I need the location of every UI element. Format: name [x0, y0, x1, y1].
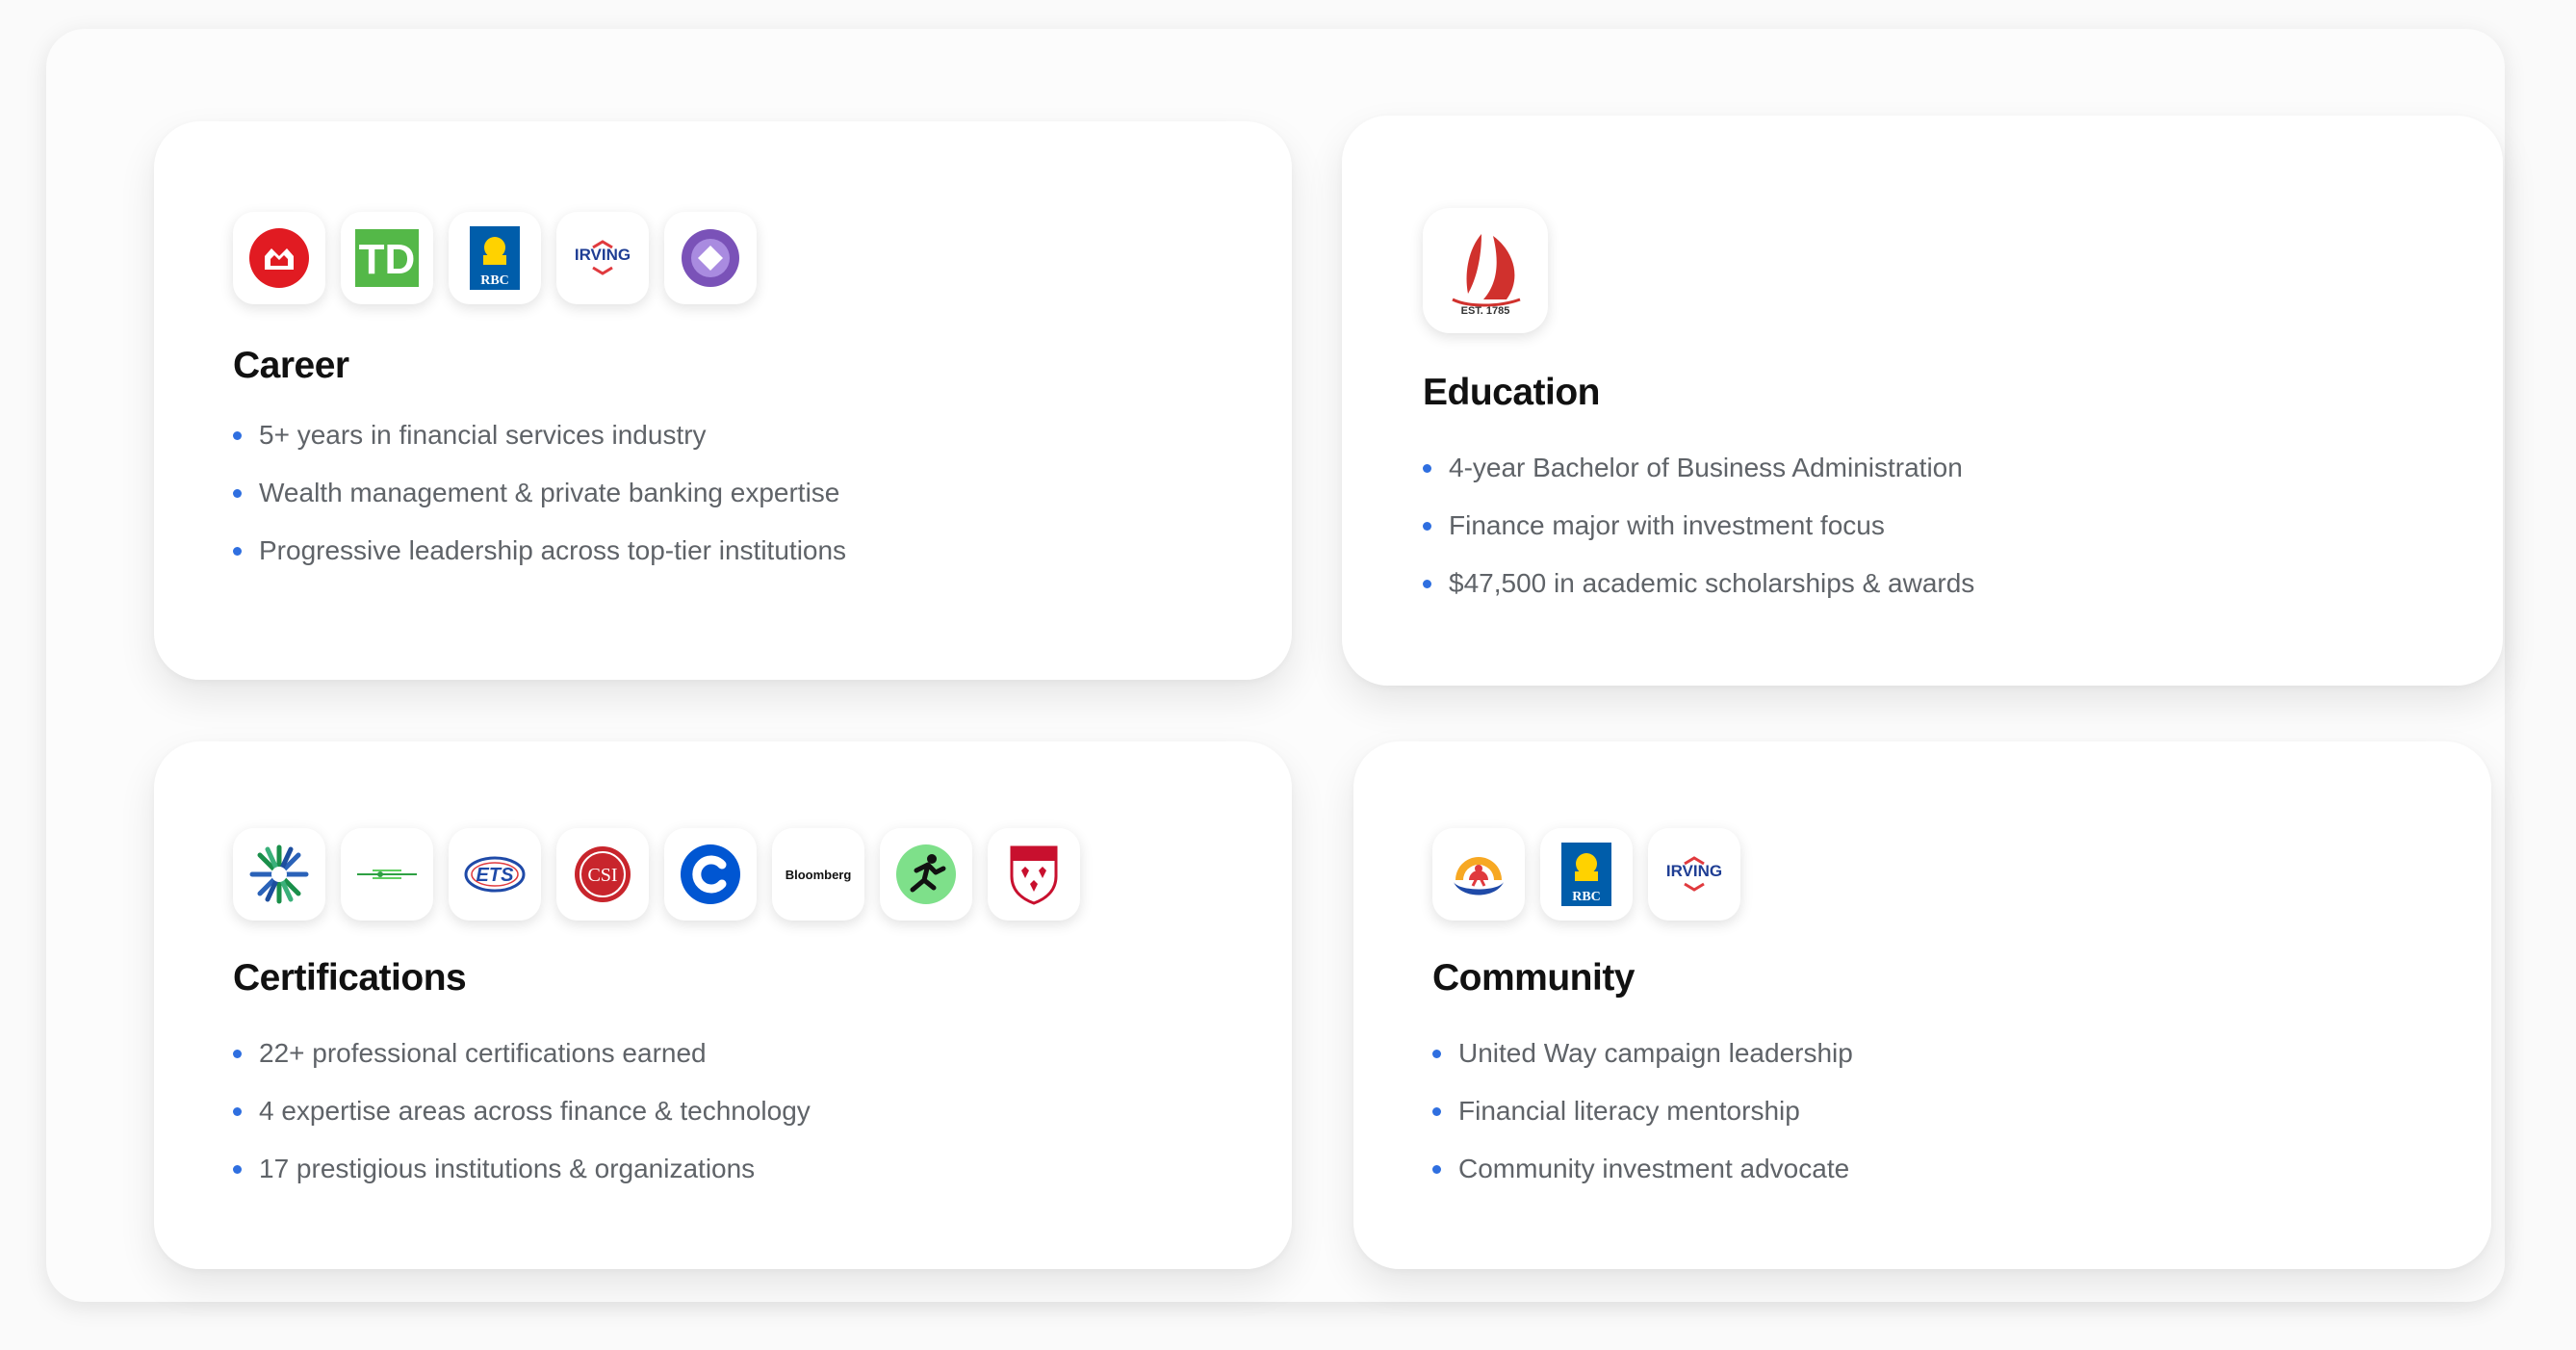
bullet-dot	[1423, 463, 1431, 473]
united-way-logo-icon	[1432, 828, 1525, 921]
td-logo-icon: TD	[341, 212, 433, 304]
bullet-dot	[233, 1106, 242, 1116]
irving-logo-icon: IRVING	[1648, 828, 1740, 921]
csi-logo-icon: CSI	[556, 828, 649, 921]
bullet-dot	[233, 430, 242, 440]
education-logos: EST. 1785	[1423, 208, 1548, 333]
certifications-list: 22+ professional certifications earned 4…	[233, 1025, 811, 1198]
irving-logo-icon: IRVING	[556, 212, 649, 304]
svg-text:ETS: ETS	[477, 865, 515, 886]
coursera-logo-icon	[664, 828, 757, 921]
svg-text:RBC: RBC	[480, 273, 509, 288]
list-item: Finance major with investment focus	[1423, 497, 1974, 555]
svg-text:RBC: RBC	[1572, 890, 1601, 904]
mcgill-crest-logo-icon	[988, 828, 1080, 921]
list-item: $47,500 in academic scholarships & award…	[1423, 555, 1974, 612]
bullet-dot	[1432, 1049, 1441, 1058]
rbc-logo-icon: RBC	[1540, 828, 1633, 921]
certifications-heading: Certifications	[233, 957, 467, 999]
svg-text:CSI: CSI	[587, 865, 617, 886]
bloomberg-logo-icon: Bloomberg	[772, 828, 864, 921]
community-list: United Way campaign leadership Financial…	[1432, 1025, 1853, 1198]
bmo-logo-icon	[233, 212, 325, 304]
list-item: 4-year Bachelor of Business Administrati…	[1423, 439, 1974, 497]
page-container: TD RBC IRVING Career 5+ years in financi…	[46, 29, 2505, 1302]
svg-text:Bloomberg: Bloomberg	[786, 868, 852, 882]
bullet-dot	[1432, 1164, 1441, 1174]
list-item: 22+ professional certifications earned	[233, 1025, 811, 1082]
list-item: 5+ years in financial services industry	[233, 406, 846, 464]
list-item: 17 prestigious institutions & organizati…	[233, 1140, 811, 1198]
career-card: TD RBC IRVING Career 5+ years in financi…	[154, 121, 1292, 680]
education-list: 4-year Bachelor of Business Administrati…	[1423, 439, 1974, 612]
bullet-dot	[233, 546, 242, 556]
certifications-card: ETS CSI Bloomberg Certifications 22+ pro…	[154, 741, 1292, 1269]
bullet-dot	[1432, 1106, 1441, 1116]
list-item: Financial literacy mentorship	[1432, 1082, 1853, 1140]
green-blue-burst-logo-icon	[233, 828, 325, 921]
purple-circle-logo-icon	[664, 212, 757, 304]
education-card: EST. 1785 Education 4-year Bachelor of B…	[1342, 116, 2503, 686]
bullet-dot	[1423, 579, 1431, 588]
rbc-logo-icon: RBC	[449, 212, 541, 304]
runner-logo-icon	[880, 828, 972, 921]
svg-text:TD: TD	[359, 236, 416, 283]
career-list: 5+ years in financial services industry …	[233, 406, 846, 580]
ets-logo-icon: ETS	[449, 828, 541, 921]
list-item: Wealth management & private banking expe…	[233, 464, 846, 522]
bullet-dot	[233, 1164, 242, 1174]
bullet-dot	[1423, 521, 1431, 531]
certifications-logos: ETS CSI Bloomberg	[233, 828, 1080, 921]
svg-text:EST. 1785: EST. 1785	[1461, 305, 1510, 317]
svg-text:IRVING: IRVING	[575, 246, 631, 264]
career-heading: Career	[233, 345, 349, 386]
career-logos: TD RBC IRVING	[233, 212, 757, 304]
unb-sail-logo-icon: EST. 1785	[1423, 208, 1548, 333]
bullet-dot	[233, 1049, 242, 1058]
list-item: 4 expertise areas across finance & techn…	[233, 1082, 811, 1140]
list-item: Progressive leadership across top-tier i…	[233, 522, 846, 580]
svg-text:IRVING: IRVING	[1666, 862, 1722, 880]
community-card: RBC IRVING Community United Way campaign…	[1353, 741, 2491, 1269]
community-heading: Community	[1432, 957, 1636, 999]
list-item: United Way campaign leadership	[1432, 1025, 1853, 1082]
community-logos: RBC IRVING	[1432, 828, 1740, 921]
education-heading: Education	[1423, 372, 1601, 413]
bullet-dot	[233, 488, 242, 498]
green-lines-logo-icon	[341, 828, 433, 921]
list-item: Community investment advocate	[1432, 1140, 1853, 1198]
